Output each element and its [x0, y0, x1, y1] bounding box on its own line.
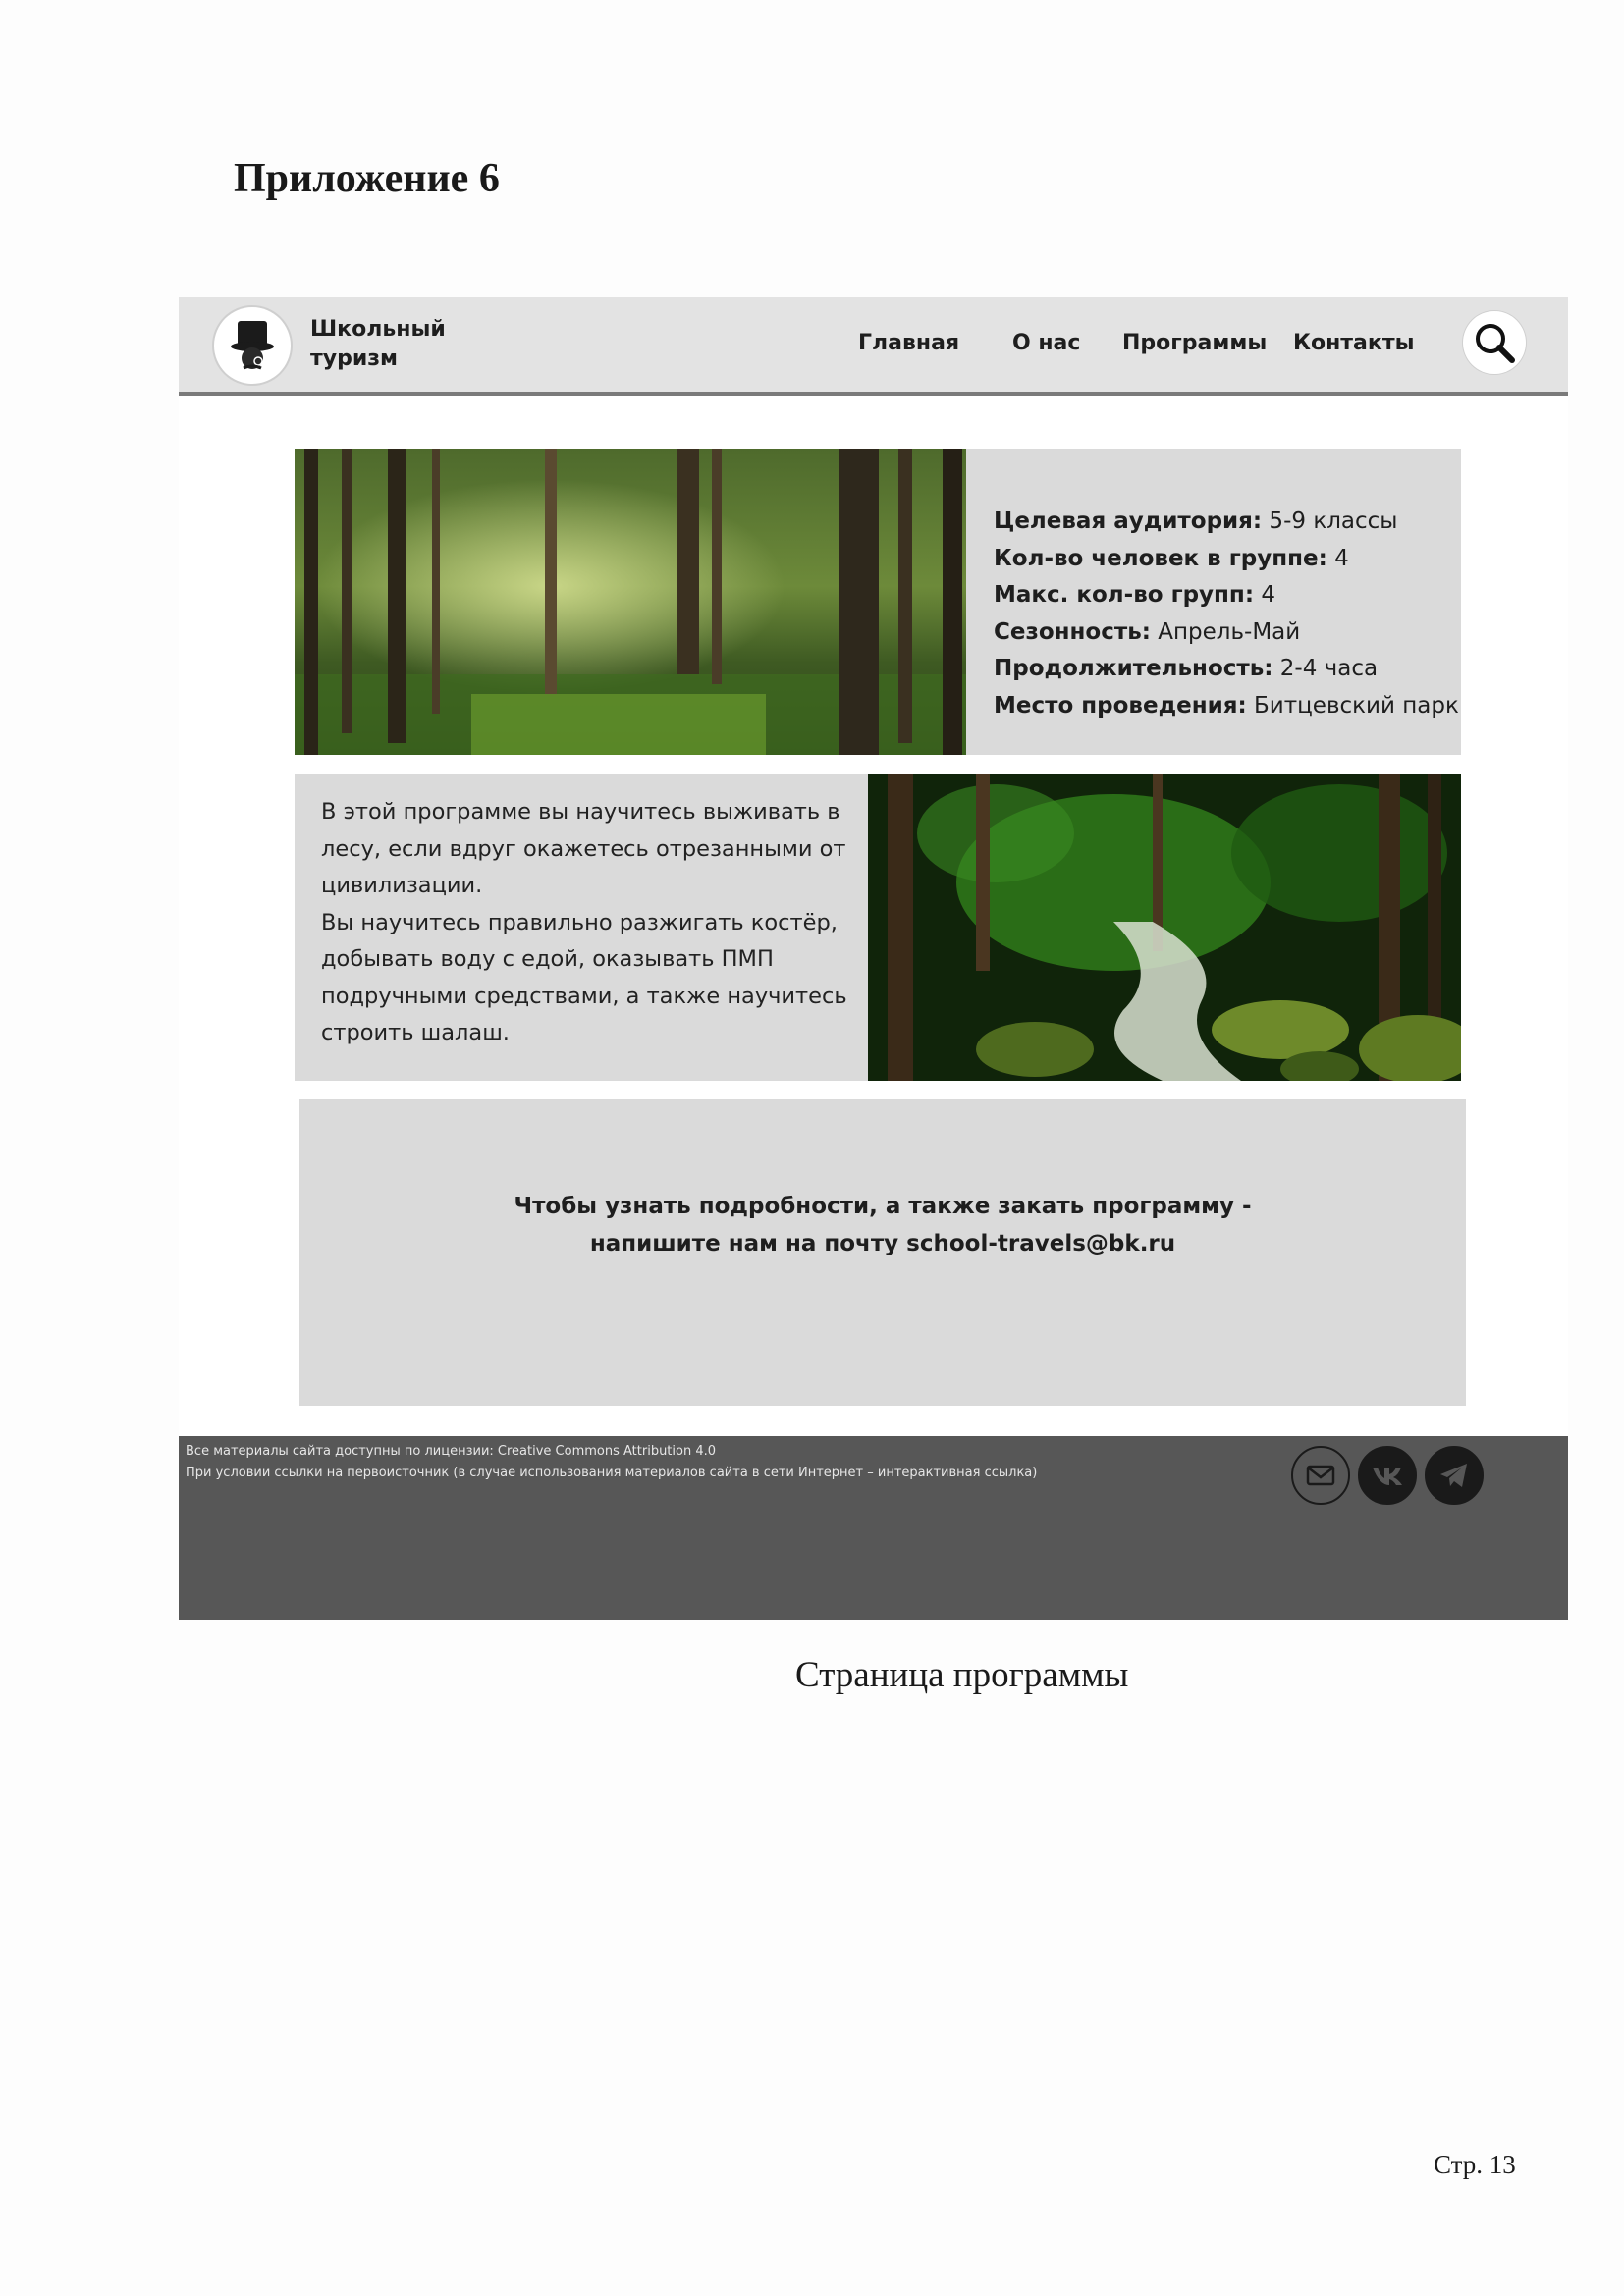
info-list: Целевая аудитория: 5-9 классы Кол-во чел…: [994, 504, 1459, 724]
program-info-panel: Целевая аудитория: 5-9 классы Кол-во чел…: [966, 449, 1461, 755]
nav-contacts[interactable]: Контакты: [1293, 331, 1414, 355]
site-footer: Все материалы сайта доступны по лицензии…: [179, 1436, 1568, 1620]
mail-icon[interactable]: [1291, 1446, 1350, 1505]
logo-text[interactable]: Школьный туризм: [310, 315, 446, 374]
nav-about[interactable]: О нас: [1012, 331, 1080, 355]
contact-line-1: Чтобы узнать подробности, а также закать…: [514, 1194, 1252, 1219]
program-description-panel: В этой программе вы научитесь выживать в…: [295, 774, 868, 1081]
contact-panel: Чтобы узнать подробности, а также закать…: [299, 1099, 1466, 1406]
page-number: Стр. 13: [1434, 2150, 1516, 2179]
nav-programs[interactable]: Программы: [1122, 331, 1267, 355]
info-duration: Продолжительность: 2-4 часа: [994, 656, 1379, 681]
footer-attribution: При условии ссылки на первоисточник (в с…: [186, 1466, 1038, 1480]
search-icon[interactable]: [1463, 311, 1526, 374]
figure-caption: Страница программы: [795, 1655, 1129, 1695]
description-text: В этой программе вы научитесь выживать в…: [321, 799, 847, 1045]
website-screenshot: Школьный туризм Главная О нас Программы …: [179, 297, 1568, 1620]
footer-license: Все материалы сайта доступны по лицензии…: [186, 1444, 717, 1459]
contact-text: Чтобы узнать подробности, а также закать…: [299, 1189, 1466, 1262]
info-max-groups: Макс. кол-во групп: 4: [994, 582, 1275, 608]
forest-stream-image: [868, 774, 1461, 1081]
forest-image-1: [295, 449, 966, 755]
info-group-size: Кол-во человек в группе: 4: [994, 545, 1349, 571]
site-header: Школьный туризм Главная О нас Программы …: [179, 297, 1568, 396]
logo-line-1: Школьный: [310, 317, 446, 342]
info-audience: Целевая аудитория: 5-9 классы: [994, 508, 1398, 534]
appendix-heading: Приложение 6: [234, 156, 500, 201]
info-location: Место проведения: Битцевский парк: [994, 692, 1459, 719]
logo-line-2: туризм: [310, 347, 399, 371]
info-season: Сезонность: Апрель-Май: [994, 618, 1301, 645]
telegram-icon[interactable]: [1425, 1446, 1484, 1505]
nav-home[interactable]: Главная: [858, 331, 959, 355]
logo-hat-icon[interactable]: [214, 307, 291, 384]
vk-icon[interactable]: [1358, 1446, 1417, 1505]
contact-line-2[interactable]: напишите нам на почту school-travels@bk.…: [299, 1226, 1466, 1263]
